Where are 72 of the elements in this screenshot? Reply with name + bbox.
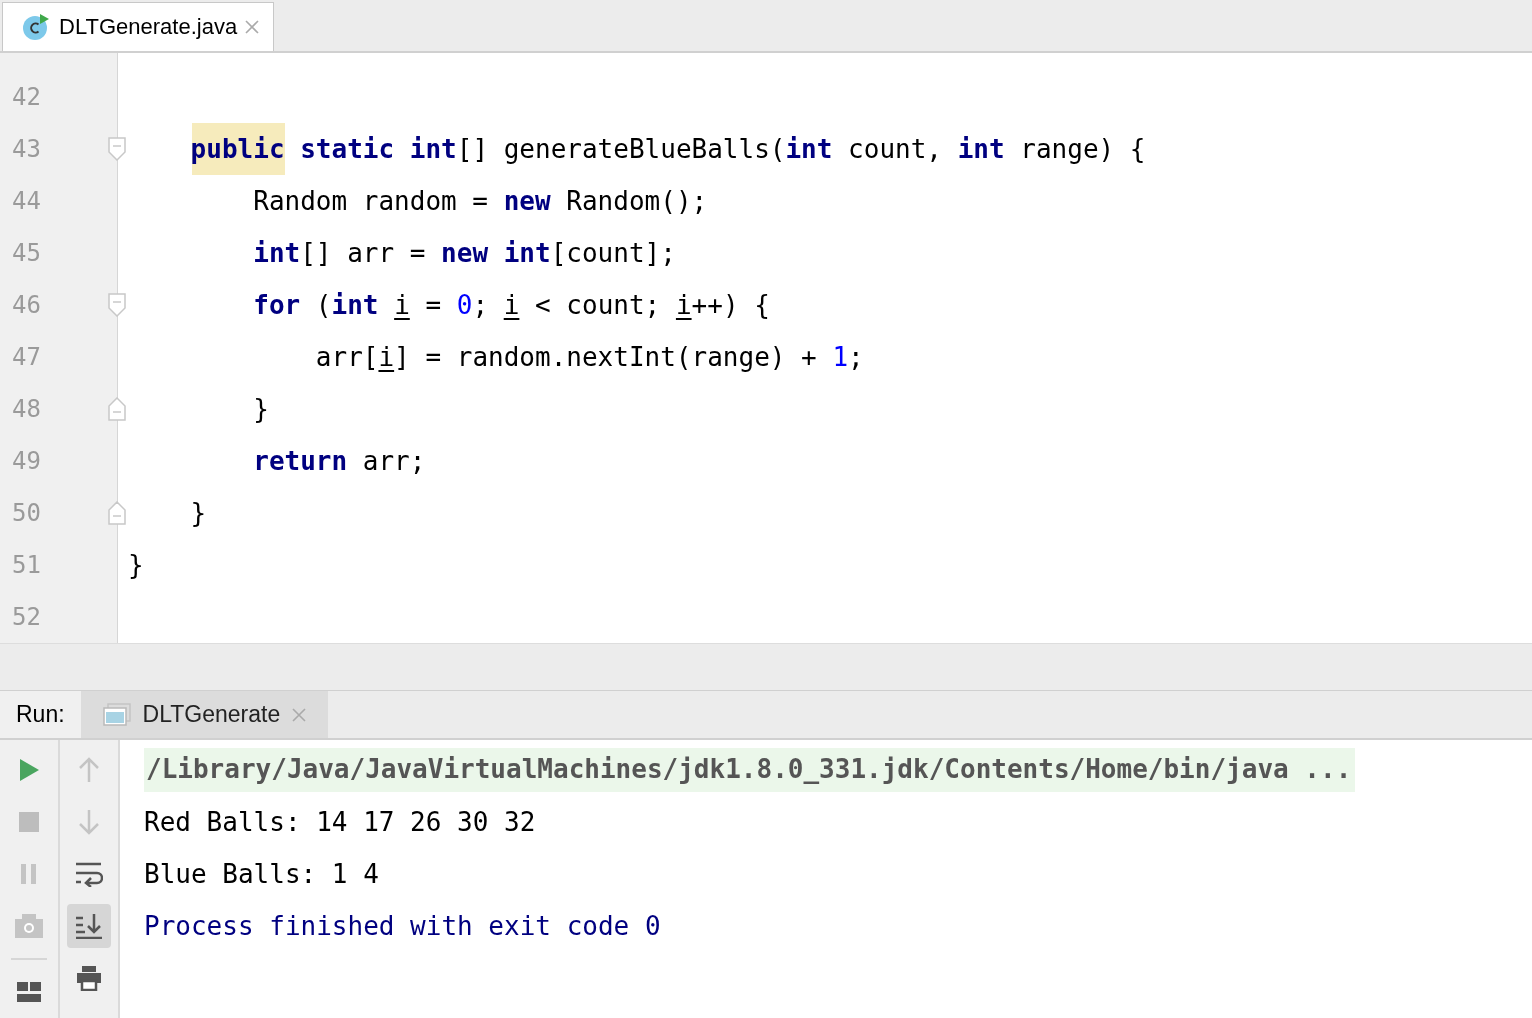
- console-command: /Library/Java/JavaVirtualMachines/jdk1.8.0_331.jdk/Contents/Home/bin/java ...: [144, 748, 1356, 792]
- code-text: }: [252, 392, 269, 426]
- line-number: 47: [11, 342, 41, 371]
- class-file-icon: [21, 11, 51, 42]
- run-tab[interactable]: DLTGenerate: [80, 691, 329, 738]
- console-output: Red Balls: 14 17 26 30 32: [144, 807, 536, 837]
- line-number: 49: [11, 446, 41, 475]
- code-text: [] generateBlueBalls(: [456, 132, 786, 166]
- soft-wrap-icon: [75, 861, 103, 887]
- stop-icon: [18, 811, 40, 833]
- code-text: Random random =: [252, 184, 490, 218]
- code-keyword: new: [503, 184, 551, 218]
- arrow-down-icon: [78, 809, 100, 835]
- line-number: 43: [11, 134, 41, 163]
- code-text: Random();: [565, 184, 708, 218]
- code-number: 0: [456, 288, 473, 322]
- code-text: arr[: [314, 340, 379, 374]
- pause-icon: [19, 863, 39, 885]
- code-variable: i: [675, 288, 692, 322]
- line-number: 48: [11, 394, 41, 423]
- code-keyword: static int: [299, 132, 457, 166]
- fold-marker-icon[interactable]: [108, 136, 126, 161]
- code-text: arr;: [361, 444, 426, 478]
- layout-icon: [16, 981, 42, 1003]
- line-number: 45: [11, 238, 41, 267]
- code-text: < count;: [534, 288, 662, 322]
- console-output: Blue Balls: 1 4: [144, 859, 379, 889]
- code-keyword: int: [957, 132, 1005, 166]
- line-number: 44: [11, 186, 41, 215]
- code-number: 1: [832, 340, 849, 374]
- code-text: }: [189, 496, 207, 530]
- code-keyword: new int: [441, 236, 551, 270]
- code-text: ] = random.nextInt(range) +: [394, 340, 818, 374]
- code-keyword: int: [331, 288, 380, 322]
- line-number: 46: [11, 290, 41, 319]
- camera-icon: [14, 913, 44, 939]
- code-variable: i: [503, 288, 520, 322]
- code-keyword: return: [252, 444, 348, 478]
- run-label: Run:: [0, 691, 81, 738]
- code-text: (: [314, 288, 332, 322]
- code-variable: i: [378, 340, 395, 374]
- code-variable: i: [394, 288, 410, 322]
- code-keyword: int: [785, 132, 833, 166]
- code-keyword: for: [252, 288, 301, 322]
- line-number: 50: [11, 498, 41, 527]
- code-text: ;: [848, 340, 864, 374]
- fold-marker-icon[interactable]: [108, 292, 126, 317]
- play-icon: [18, 758, 40, 782]
- code-text: [count];: [550, 236, 676, 270]
- line-number: 42: [11, 82, 41, 111]
- code-keyword: int: [252, 236, 301, 270]
- code-text: range) {: [1019, 132, 1146, 166]
- console-status: Process finished with exit code 0: [144, 911, 661, 941]
- fold-marker-icon[interactable]: [108, 500, 126, 525]
- line-number: 52: [11, 602, 41, 631]
- code-text: ++) {: [691, 288, 770, 322]
- code-text: count,: [847, 132, 943, 166]
- line-number: 51: [11, 550, 41, 579]
- splitter-bar[interactable]: [0, 644, 1532, 690]
- code-text: }: [128, 548, 144, 582]
- close-icon[interactable]: [245, 19, 260, 34]
- printer-icon: [76, 965, 102, 991]
- scroll-to-end-icon: [75, 913, 103, 939]
- scroll-end-button[interactable]: [67, 904, 111, 948]
- code-text: [] arr =: [300, 236, 427, 270]
- code-text: ;: [472, 288, 490, 322]
- window-icon: [102, 702, 131, 727]
- code-text: =: [424, 288, 443, 322]
- fold-marker-icon[interactable]: [108, 396, 126, 421]
- editor-tab[interactable]: DLTGenerate.java: [2, 2, 275, 51]
- close-icon[interactable]: [292, 707, 307, 722]
- arrow-up-icon: [78, 757, 100, 783]
